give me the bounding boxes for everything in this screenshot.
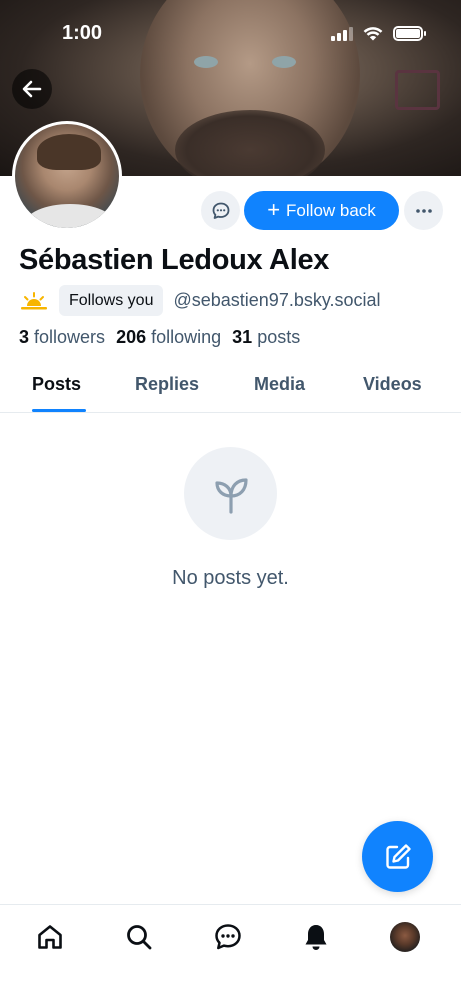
battery-icon [393, 26, 426, 41]
follow-back-button[interactable]: + Follow back [244, 191, 399, 230]
profile-handle[interactable]: @sebastien97.bsky.social [173, 290, 380, 311]
arrow-left-icon [22, 80, 42, 98]
chat-bubble-icon [212, 202, 229, 219]
follow-back-label: Follow back [286, 200, 376, 220]
search-icon [127, 925, 152, 950]
empty-state-icon-circle [184, 447, 277, 540]
profile-avatar-icon [390, 922, 420, 952]
posts-stat: 31 posts [232, 327, 300, 348]
messages-icon [215, 924, 241, 950]
sunrise-icon [21, 291, 47, 309]
banner-eye [272, 56, 296, 68]
compose-icon [385, 843, 411, 869]
following-stat[interactable]: 206 following [116, 327, 221, 348]
tab-media[interactable]: Media [254, 374, 305, 395]
nav-home[interactable] [32, 919, 68, 955]
nav-search[interactable] [121, 919, 157, 955]
banner-background-shelf [395, 70, 440, 110]
status-icons [331, 26, 426, 41]
cellular-signal-icon [331, 26, 353, 41]
empty-state-text: No posts yet. [172, 567, 289, 589]
followers-count: 3 [19, 327, 30, 347]
profile-tabs: Posts Replies Media Videos [0, 362, 461, 413]
avatar-shirt [25, 204, 115, 228]
follows-you-badge: Follows you [59, 285, 164, 316]
posts-label: posts [257, 327, 301, 347]
display-name: Sébastien Ledoux Alex [19, 244, 330, 276]
back-button[interactable] [12, 69, 52, 109]
nav-notifications[interactable] [298, 919, 334, 955]
avatar-hair [37, 134, 101, 170]
followers-stat[interactable]: 3 followers [19, 327, 105, 348]
home-icon [38, 925, 62, 949]
plus-icon: + [267, 196, 281, 222]
bottom-navigation [0, 904, 461, 1000]
compose-button[interactable] [362, 821, 433, 892]
following-count: 206 [116, 327, 147, 347]
status-time: 1:00 [62, 22, 103, 44]
posts-count: 31 [232, 327, 253, 347]
nav-messages[interactable] [210, 919, 246, 955]
profile-stats: 3 followers 206 following 31 posts [19, 327, 300, 348]
tab-replies[interactable]: Replies [135, 374, 199, 395]
followers-label: followers [34, 327, 106, 347]
tab-posts[interactable]: Posts [32, 374, 81, 395]
tab-videos[interactable]: Videos [363, 374, 422, 395]
wifi-icon [363, 26, 383, 40]
banner-eye [194, 56, 218, 68]
bell-icon [305, 925, 327, 950]
following-label: following [151, 327, 222, 347]
profile-avatar[interactable] [12, 121, 122, 231]
active-tab-indicator [32, 409, 86, 412]
nav-profile[interactable] [387, 919, 423, 955]
ellipsis-icon [415, 208, 432, 213]
message-button[interactable] [201, 191, 240, 230]
sprout-icon [214, 477, 248, 514]
profile-meta-row: Follows you @sebastien97.bsky.social [19, 285, 381, 316]
more-options-button[interactable] [404, 191, 443, 230]
